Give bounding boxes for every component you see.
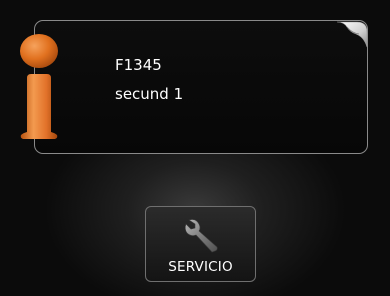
info-panel: F1345 secund 1 — [34, 20, 368, 154]
info-icon — [20, 34, 58, 139]
alarm-code: F1345 — [115, 56, 162, 74]
page-curl-icon — [337, 21, 368, 48]
service-button[interactable]: SERVICIO — [145, 206, 256, 282]
service-button-label: SERVICIO — [168, 259, 233, 275]
wrench-icon — [184, 219, 218, 253]
screen: F1345 secund 1 SERVICIO — [0, 0, 390, 296]
alarm-message: secund 1 — [115, 85, 184, 103]
